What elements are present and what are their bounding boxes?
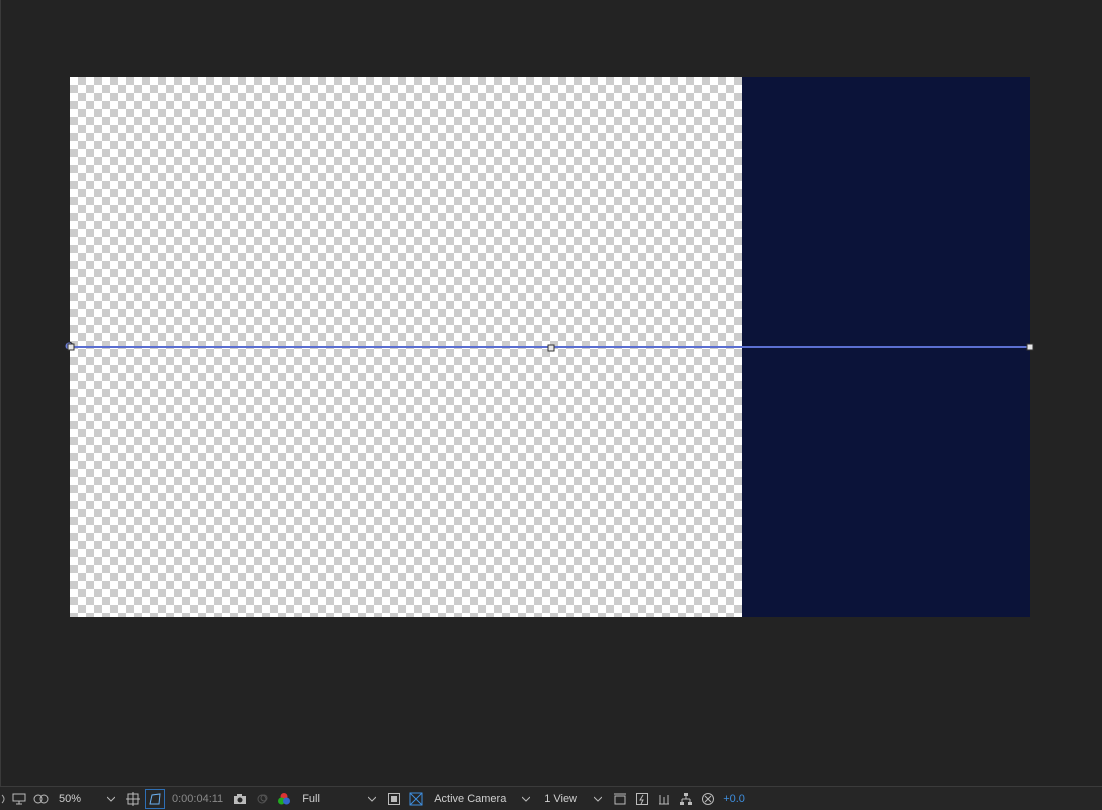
camera-view-value: Active Camera [434,792,507,805]
toggle-pixel-aspect-icon[interactable] [611,790,629,808]
panel-edge-icon [0,790,8,808]
fast-previews-icon[interactable] [633,790,651,808]
mask-path-toggle-icon[interactable] [145,788,165,809]
composition-viewer[interactable] [0,0,1102,786]
composition-frame[interactable] [70,77,1030,617]
magnification-value: 50% [59,792,82,805]
timeline-icon[interactable] [655,790,673,808]
view-layout-dropdown[interactable]: 1 View [540,790,606,808]
current-time-field[interactable]: 0:00:04:11 [166,790,229,808]
grid-guides-icon[interactable] [124,790,142,808]
chevron-down-icon [367,793,377,805]
show-snapshot-icon[interactable] [253,790,271,808]
monitor-icon[interactable] [10,790,28,808]
region-of-interest-icon[interactable] [385,790,403,808]
transparency-grid-toggle-icon[interactable] [407,790,425,808]
flowchart-icon[interactable] [677,790,695,808]
color-channels-icon[interactable] [275,790,293,808]
exposure-value[interactable]: +0.0 [719,793,749,805]
chevron-down-icon [593,793,603,805]
resolution-value: Full [302,792,320,805]
solid-layer[interactable] [742,77,1030,617]
chevron-down-icon [106,793,116,805]
mask-visibility-icon[interactable] [32,790,50,808]
viewer-toolbar: 50% 0:00:04:11 Full Active Camera 1 View [0,786,1102,810]
chevron-down-icon [521,793,531,805]
reset-exposure-icon[interactable] [699,790,717,808]
view-layout-value: 1 View [544,792,578,805]
resolution-dropdown[interactable]: Full [298,790,380,808]
transparency-grid [70,77,742,617]
camera-view-dropdown[interactable]: Active Camera [430,790,534,808]
magnification-dropdown[interactable]: 50% [55,790,119,808]
snapshot-camera-icon[interactable] [231,790,249,808]
